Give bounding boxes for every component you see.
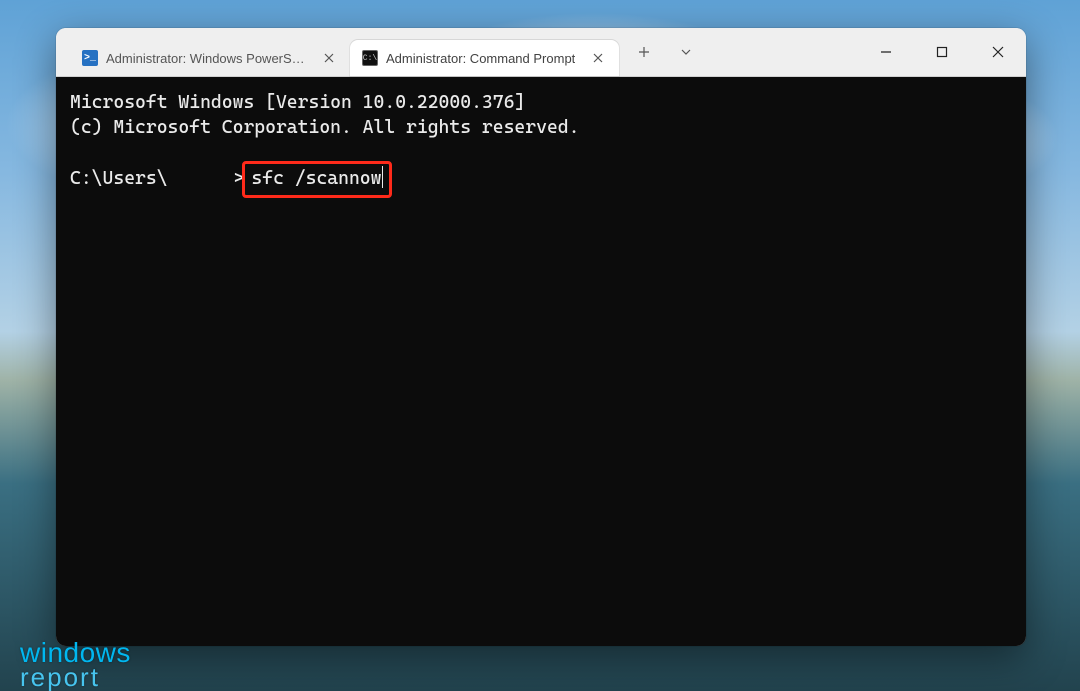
- prompt-path-prefix: C:\Users\: [70, 168, 168, 189]
- close-window-button[interactable]: [970, 28, 1026, 76]
- minimize-button[interactable]: [858, 28, 914, 76]
- tab-command-prompt[interactable]: C:\ Administrator: Command Prompt: [350, 40, 619, 76]
- cmd-icon: C:\: [362, 50, 378, 66]
- titlebar-drag-area[interactable]: [711, 28, 858, 76]
- watermark-logo: windows report: [20, 640, 131, 689]
- desktop-wallpaper: >_ Administrator: Windows PowerShell C:\…: [0, 0, 1080, 691]
- tab-title: Administrator: Command Prompt: [386, 51, 575, 66]
- banner-line: (c) Microsoft Corporation. All rights re…: [70, 117, 579, 138]
- new-tab-button[interactable]: [625, 36, 663, 68]
- window-controls: [858, 28, 1026, 76]
- maximize-button[interactable]: [914, 28, 970, 76]
- terminal-window: >_ Administrator: Windows PowerShell C:\…: [56, 28, 1026, 646]
- tab-dropdown-button[interactable]: [667, 36, 705, 68]
- command-highlight-box: sfc /scannow: [242, 161, 392, 198]
- watermark-line2: report: [20, 666, 131, 689]
- close-tab-button[interactable]: [589, 49, 607, 67]
- tab-powershell[interactable]: >_ Administrator: Windows PowerShell: [70, 40, 350, 76]
- window-titlebar[interactable]: >_ Administrator: Windows PowerShell C:\…: [56, 28, 1026, 77]
- close-tab-button[interactable]: [320, 49, 338, 67]
- redacted-username: [168, 167, 234, 187]
- powershell-icon: >_: [82, 50, 98, 66]
- tab-title: Administrator: Windows PowerShell: [106, 51, 306, 66]
- banner-line: Microsoft Windows [Version 10.0.22000.37…: [70, 92, 525, 113]
- tab-strip: >_ Administrator: Windows PowerShell C:\…: [56, 28, 619, 76]
- typed-command: sfc /scannow: [251, 168, 381, 189]
- tab-actions: [619, 28, 711, 76]
- terminal-content[interactable]: Microsoft Windows [Version 10.0.22000.37…: [56, 77, 1026, 646]
- text-cursor: [382, 166, 383, 188]
